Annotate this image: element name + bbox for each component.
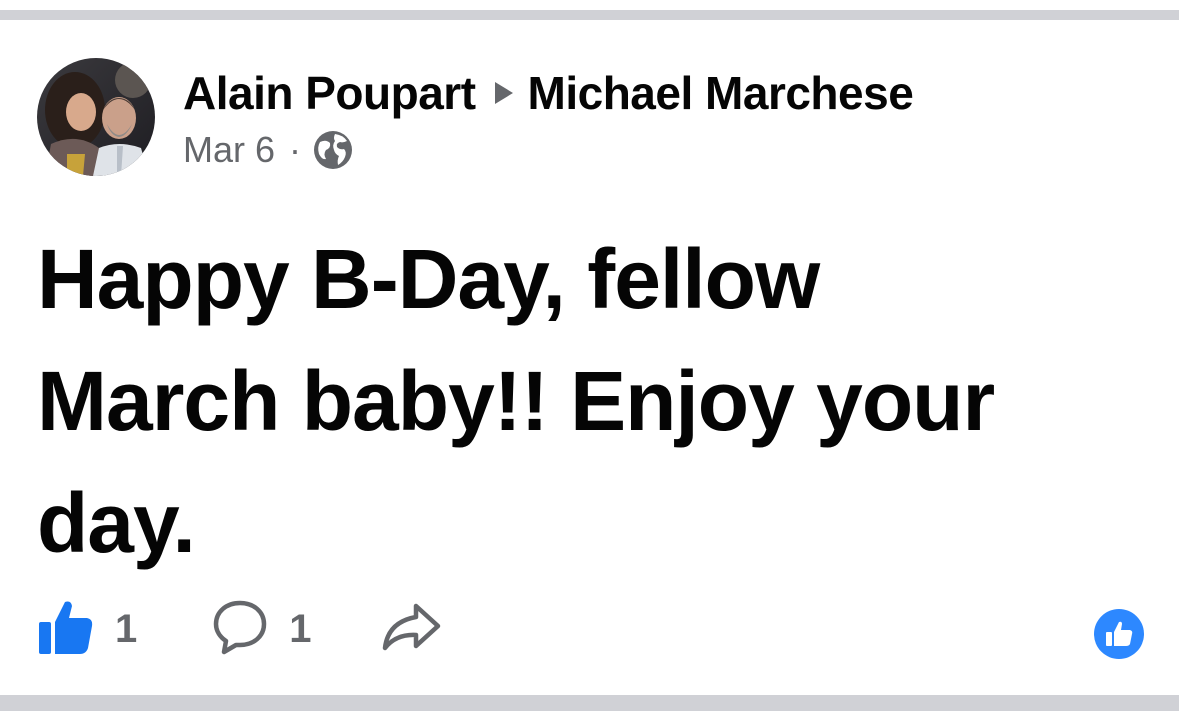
avatar-photo: [37, 58, 155, 176]
recipient-name[interactable]: Michael Marchese: [528, 66, 914, 120]
like-button[interactable]: 1: [37, 598, 137, 661]
post-actions: 1 1: [37, 597, 442, 661]
comment-count: 1: [289, 606, 312, 651]
author-name[interactable]: Alain Poupart: [183, 66, 476, 120]
share-button[interactable]: [380, 598, 442, 661]
comment-bubble-icon: [211, 598, 269, 661]
thumbs-up-icon: [37, 598, 95, 661]
post-meta: Mar 6 ·: [183, 127, 353, 173]
comment-button[interactable]: 1: [211, 598, 312, 661]
post-header-names: Alain Poupart Michael Marchese: [183, 65, 914, 121]
globe-icon[interactable]: [313, 130, 353, 170]
bottom-divider: [0, 695, 1179, 711]
share-arrow-icon: [380, 598, 442, 661]
top-divider: [0, 0, 1179, 20]
author-avatar[interactable]: [37, 58, 155, 176]
meta-separator: ·: [289, 129, 302, 170]
post-date[interactable]: Mar 6: [183, 129, 275, 171]
like-count: 1: [115, 606, 138, 651]
like-reaction-icon[interactable]: [1094, 609, 1144, 659]
post-text: Happy B-Day, fellow March baby!! Enjoy y…: [37, 232, 995, 570]
shared-to-arrow-icon: [490, 65, 518, 121]
